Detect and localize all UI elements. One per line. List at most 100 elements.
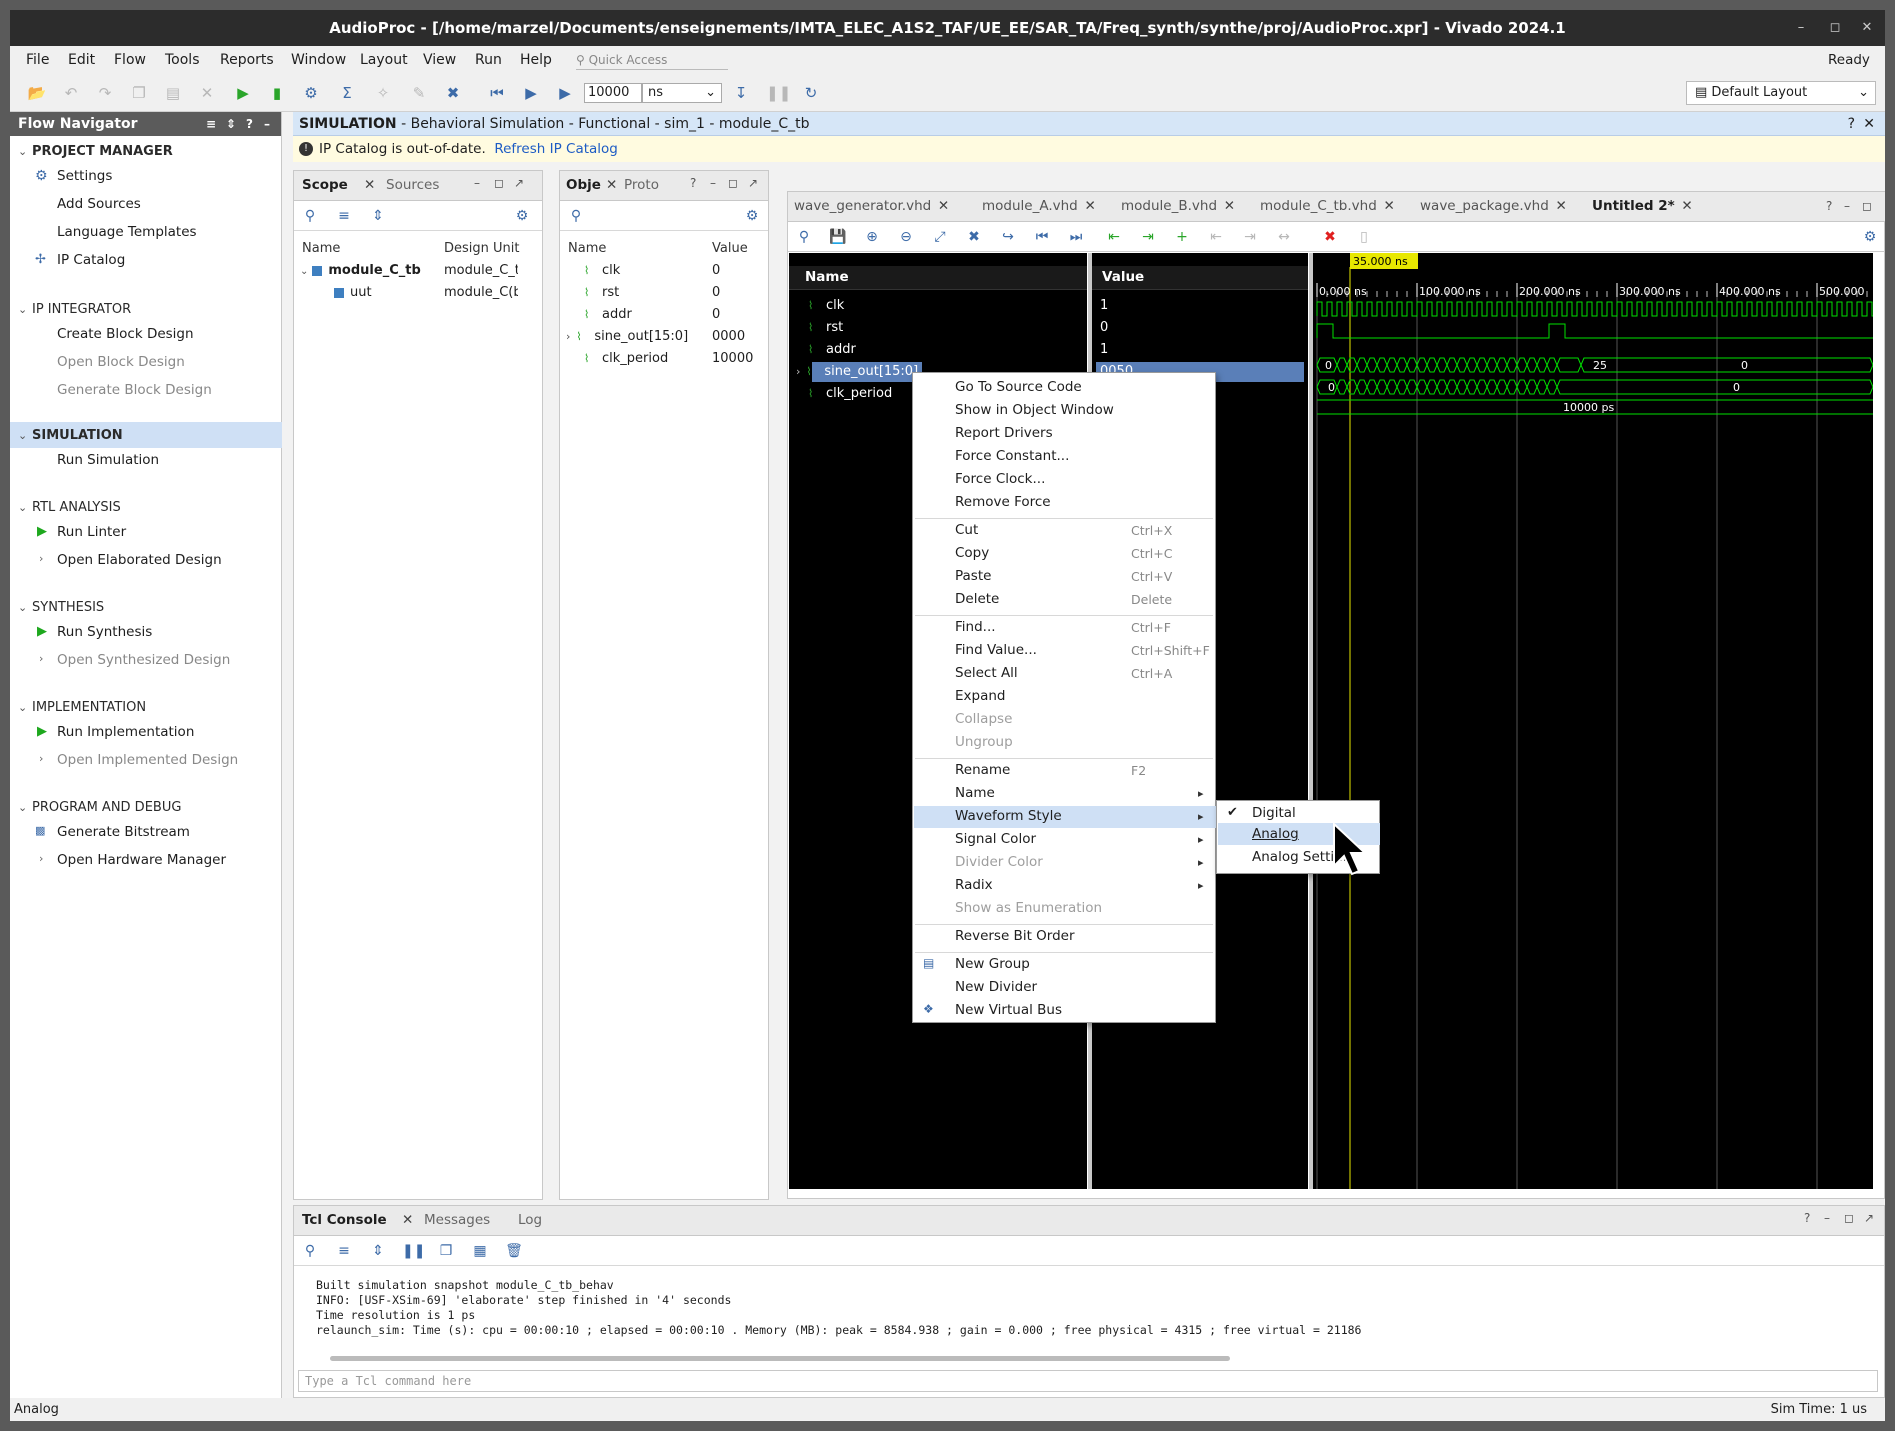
menu-item-select-all[interactable]: Select All — [955, 665, 1018, 681]
open-icon[interactable]: 📂 — [26, 82, 48, 104]
swap-cursor-icon[interactable]: ↔ — [1274, 227, 1294, 247]
zoom-fit-icon[interactable]: ⤢ — [930, 227, 950, 247]
float-icon[interactable]: ↗ — [514, 176, 524, 190]
close-icon[interactable]: ✕ — [1863, 112, 1875, 136]
restart-icon[interactable]: ⏮ — [486, 82, 508, 104]
minimize-icon[interactable]: – — [710, 176, 716, 190]
pause-icon[interactable]: ❚❚ — [766, 82, 791, 104]
collapse-all-icon[interactable]: ≡ — [334, 206, 354, 226]
sigma-icon[interactable]: Σ — [336, 82, 358, 104]
menu-item-ungroup[interactable]: Ungroup — [955, 734, 1013, 750]
maximize-icon[interactable]: ◻ — [1844, 1211, 1854, 1225]
expand-all-icon[interactable]: ⇕ — [226, 112, 236, 136]
expand-all-icon[interactable]: ⇕ — [368, 206, 388, 226]
relaunch-icon[interactable]: ↻ — [800, 82, 822, 104]
tab-messages[interactable]: Messages — [424, 1212, 490, 1228]
help-icon[interactable]: ? — [1826, 199, 1832, 213]
menu-file[interactable]: File — [26, 52, 49, 68]
search-icon[interactable]: ⚲ — [300, 1241, 320, 1261]
add-marker-icon[interactable]: + — [1172, 227, 1192, 247]
nav-run-implementation[interactable]: ▶ Run Implementation — [37, 724, 194, 740]
gear-icon[interactable]: ⚙ — [742, 206, 762, 226]
float-icon[interactable]: ↗ — [1864, 1211, 1874, 1225]
object-row[interactable]: › ⌇ sine_out[15:0] — [566, 329, 712, 344]
trash-icon[interactable]: 🗑 — [504, 1241, 524, 1261]
nav-open-synthesized-design[interactable]: › Open Synthesized Design — [39, 652, 230, 668]
layout-select[interactable]: ▤ Default Layout ⌄ — [1686, 81, 1876, 105]
search-icon[interactable]: ⚲ — [300, 206, 320, 226]
run-all-icon[interactable]: ▮ — [266, 82, 288, 104]
tool-icon-disabled[interactable]: ✧ — [372, 82, 394, 104]
menu-edit[interactable]: Edit — [68, 52, 95, 68]
close-tab-icon[interactable]: ✕ — [606, 177, 617, 193]
tree-row-module-c-tb[interactable]: ⌄ module_C_tb — [300, 263, 440, 278]
close-tab-icon[interactable]: ✕ — [1224, 198, 1235, 214]
maximize-icon[interactable]: ◻ — [728, 176, 738, 190]
nav-ip-catalog[interactable]: ✢ IP Catalog — [35, 252, 125, 268]
menu-flow[interactable]: Flow — [114, 52, 146, 68]
settings-icon[interactable]: ⚙ — [300, 82, 322, 104]
tab-protocol[interactable]: Proto — [624, 177, 659, 193]
delete-markers-icon[interactable]: ✖ — [1320, 227, 1340, 247]
step-icon[interactable]: ↧ — [730, 82, 752, 104]
submenu-digital[interactable]: Digital — [1252, 805, 1296, 821]
nav-language-templates[interactable]: Language Templates — [57, 224, 197, 240]
minimize-icon[interactable]: – — [1792, 19, 1810, 37]
nav-generate-block-design[interactable]: Generate Block Design — [57, 382, 212, 398]
gear-icon[interactable]: ⚙ — [512, 206, 532, 226]
nav-settings[interactable]: ⚙ Settings — [35, 168, 112, 184]
menu-view[interactable]: View — [423, 52, 456, 68]
section-ip-integrator[interactable]: ⌄ IP INTEGRATOR — [18, 302, 131, 317]
menu-item-report-drivers[interactable]: Report Drivers — [955, 425, 1053, 441]
tab-module-b[interactable]: module_B.vhd ✕ — [1121, 198, 1235, 214]
menu-item-paste[interactable]: Paste — [955, 568, 991, 584]
maximize-icon[interactable]: ◻ — [494, 176, 504, 190]
copy-icon[interactable]: ❐ — [128, 82, 150, 104]
menu-item-find-value[interactable]: Find Value... — [955, 642, 1037, 658]
menu-item-reverse-bit-order[interactable]: Reverse Bit Order — [955, 928, 1075, 944]
tab-module-a[interactable]: module_A.vhd ✕ — [982, 198, 1096, 214]
close-icon[interactable]: ✕ — [1858, 19, 1876, 37]
tab-wave-package[interactable]: wave_package.vhd ✕ — [1420, 198, 1567, 214]
tab-objects[interactable]: Obje — [566, 177, 601, 193]
minimize-panel-icon[interactable]: – — [264, 112, 270, 136]
tab-untitled-2[interactable]: Untitled 2* ✕ — [1592, 198, 1693, 214]
col-name[interactable]: Name — [568, 241, 606, 256]
close-tab-icon[interactable]: ✕ — [364, 177, 375, 193]
menu-item-remove-force[interactable]: Remove Force — [955, 494, 1051, 510]
section-implementation[interactable]: ⌄ IMPLEMENTATION — [18, 700, 146, 715]
collapse-all-icon[interactable]: ≡ — [206, 112, 216, 136]
zoom-in-icon[interactable]: ⊕ — [862, 227, 882, 247]
tree-row-uut[interactable]: uut — [334, 285, 444, 300]
nav-run-simulation[interactable]: Run Simulation — [57, 452, 159, 468]
next-transition-icon[interactable]: ⇥ — [1138, 227, 1158, 247]
wave-signal-row[interactable]: ⌇ clk — [808, 298, 844, 313]
close-tab-icon[interactable]: ✕ — [1084, 198, 1095, 214]
tcl-command-input[interactable]: Type a Tcl command here — [298, 1370, 1878, 1392]
zoom-cursor-icon[interactable]: ✖ — [964, 227, 984, 247]
help-icon[interactable]: ? — [246, 112, 253, 136]
menu-tools[interactable]: Tools — [165, 52, 200, 68]
refresh-ip-catalog-link[interactable]: Refresh IP Catalog — [494, 141, 618, 157]
save-icon[interactable]: 💾 — [828, 227, 848, 247]
menu-layout[interactable]: Layout — [360, 52, 408, 68]
help-icon[interactable]: ? — [1804, 1211, 1810, 1225]
wave-signal-row[interactable]: ⌇ addr — [808, 342, 856, 357]
menu-item-rename[interactable]: Rename — [955, 762, 1010, 778]
nav-add-sources[interactable]: Add Sources — [57, 196, 141, 212]
scroll-thumb[interactable] — [330, 1356, 1230, 1361]
copy-icon[interactable]: ❐ — [436, 1241, 456, 1261]
menu-item-collapse[interactable]: Collapse — [955, 711, 1012, 727]
goto-cursor-icon[interactable]: ↪ — [998, 227, 1018, 247]
menu-run[interactable]: Run — [475, 52, 502, 68]
close-tab-icon[interactable]: ✕ — [1383, 198, 1394, 214]
edit-icon[interactable]: ✎ — [408, 82, 430, 104]
menu-item-signal-color[interactable]: Signal Color — [955, 831, 1036, 847]
col-design-unit[interactable]: Design Unit — [444, 241, 519, 256]
nav-run-synthesis[interactable]: ▶ Run Synthesis — [37, 624, 152, 640]
collapse-all-icon[interactable]: ≡ — [334, 1241, 354, 1261]
snap-icon[interactable]: ▯ — [1354, 227, 1374, 247]
section-rtl-analysis[interactable]: ⌄ RTL ANALYSIS — [18, 500, 121, 515]
prev-transition-icon[interactable]: ⇤ — [1104, 227, 1124, 247]
quick-access-input[interactable]: ⚲ Quick Access — [576, 50, 728, 70]
